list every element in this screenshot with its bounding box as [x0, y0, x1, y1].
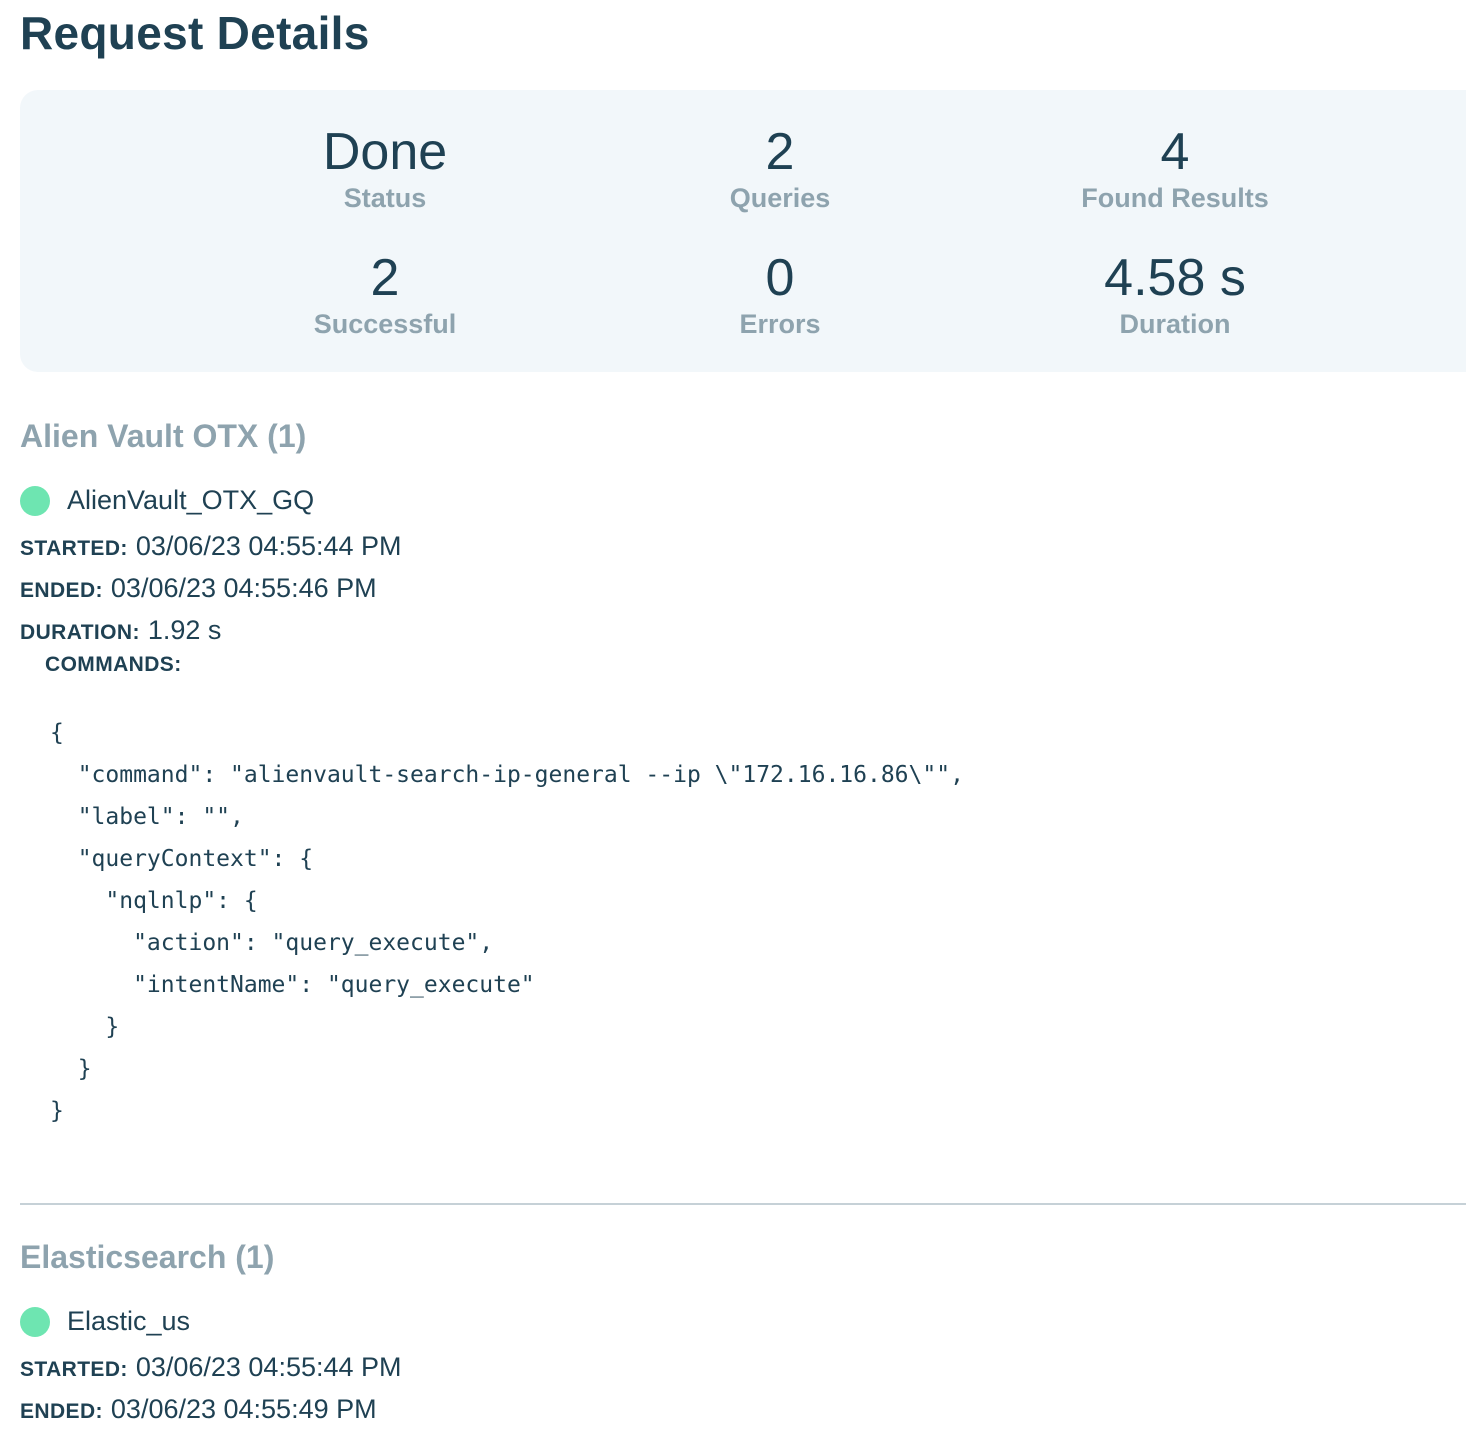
status-dot-icon	[20, 1306, 50, 1337]
ended-label: Ended:	[20, 1400, 103, 1423]
request-details-page: Request Details Done Status 2 Queries 4 …	[0, 0, 1466, 1440]
duration-value: 1.92 s	[147, 615, 222, 645]
stat-successful-label: Successful	[313, 309, 457, 339]
ended-value: 03/06/23 04:55:49 PM	[110, 1394, 377, 1424]
stat-errors-label: Errors	[739, 309, 821, 339]
started-value: 03/06/23 04:55:44 PM	[135, 1352, 402, 1382]
duration-label: Duration:	[20, 621, 140, 644]
started-row: Started: 03/06/23 04:55:44 PM	[20, 529, 402, 566]
stat-errors-value: 0	[765, 249, 795, 307]
stat-successful: 2 Successful	[205, 248, 565, 340]
stat-errors: 0 Errors	[600, 248, 960, 340]
source-row-elasticsearch[interactable]: Elastic_us	[20, 1306, 190, 1337]
page-title: Request Details	[20, 7, 370, 59]
started-label: Started:	[20, 1358, 128, 1381]
source-name: Elastic_us	[67, 1306, 191, 1336]
ended-value: 03/06/23 04:55:46 PM	[110, 573, 377, 603]
stat-found-results-value: 4	[1160, 123, 1190, 181]
stat-successful-value: 2	[370, 249, 400, 307]
status-dot-icon	[20, 485, 50, 516]
stat-found-results: 4 Found Results	[995, 122, 1355, 214]
section-title-elasticsearch: Elasticsearch (1)	[20, 1239, 275, 1275]
ended-label: Ended:	[20, 579, 103, 602]
summary-panel: Done Status 2 Queries 4 Found Results 2 …	[20, 90, 1466, 372]
stat-queries-label: Queries	[729, 183, 831, 213]
section-divider	[20, 1203, 1466, 1205]
stat-duration-label: Duration	[1119, 309, 1231, 339]
duration-row: Duration: 1.92 s	[20, 613, 221, 650]
stat-queries-value: 2	[765, 123, 795, 181]
stat-found-results-label: Found Results	[1081, 183, 1269, 213]
commands-code-block: { "command": "alienvault-search-ip-gener…	[50, 720, 964, 1124]
stat-duration-value: 4.58 s	[1104, 249, 1246, 307]
source-name: AlienVault_OTX_GQ	[67, 485, 315, 515]
ended-row: Ended: 03/06/23 04:55:46 PM	[20, 571, 377, 608]
stat-duration: 4.58 s Duration	[995, 248, 1355, 340]
stat-status: Done Status	[205, 122, 565, 214]
ended-row: Ended: 03/06/23 04:55:49 PM	[20, 1392, 377, 1429]
stat-queries: 2 Queries	[600, 122, 960, 214]
started-value: 03/06/23 04:55:44 PM	[135, 531, 402, 561]
stat-status-label: Status	[343, 183, 427, 213]
started-label: Started:	[20, 537, 128, 560]
started-row: Started: 03/06/23 04:55:44 PM	[20, 1350, 402, 1387]
source-row-alienvault[interactable]: AlienVault_OTX_GQ	[20, 485, 314, 516]
section-title-alienvault: Alien Vault OTX (1)	[20, 418, 307, 454]
commands-label: Commands:	[45, 653, 182, 676]
stat-status-value: Done	[322, 123, 448, 181]
